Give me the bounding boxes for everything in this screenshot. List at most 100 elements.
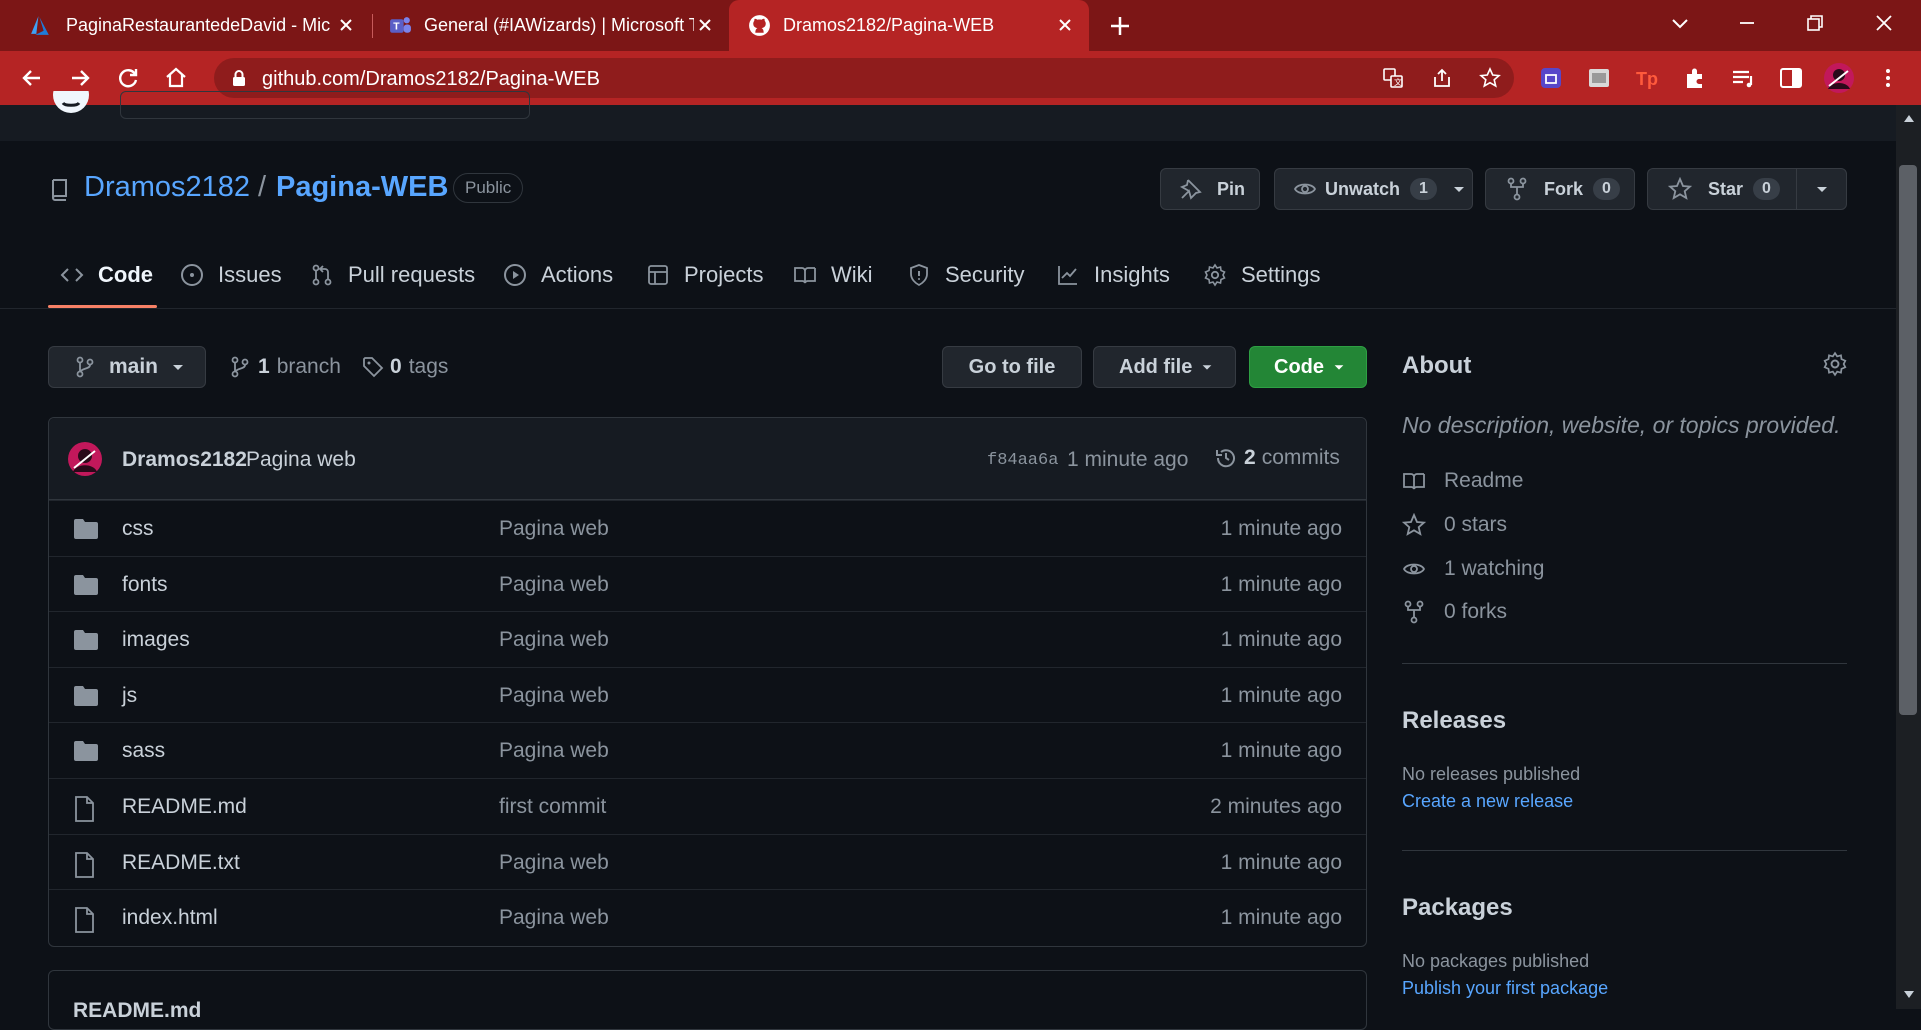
file-name-link[interactable]: js	[122, 684, 137, 708]
repo-name-link[interactable]: Pagina-WEB	[276, 171, 448, 204]
restore-icon[interactable]	[1803, 11, 1827, 35]
translate-icon[interactable]: 文	[1382, 67, 1404, 89]
avatar[interactable]	[67, 441, 103, 477]
tab-code[interactable]: Code	[60, 258, 153, 292]
tab-wiki[interactable]: Wiki	[793, 258, 873, 292]
about-stars-link[interactable]: 0 stars	[1402, 513, 1507, 537]
close-icon[interactable]	[1054, 14, 1076, 36]
file-commit-message[interactable]: Pagina web	[499, 517, 609, 541]
pin-button[interactable]: Pin	[1160, 168, 1260, 210]
file-commit-message[interactable]: Pagina web	[499, 739, 609, 763]
file-commit-message[interactable]: Pagina web	[499, 628, 609, 652]
file-name-link[interactable]: README.md	[122, 795, 247, 819]
file-name-link[interactable]: images	[122, 628, 190, 652]
gear-icon[interactable]	[1822, 351, 1848, 377]
extension-gray-icon[interactable]	[1585, 64, 1613, 92]
extensions-puzzle-icon[interactable]	[1681, 64, 1709, 92]
add-file-button[interactable]: Add file	[1093, 346, 1236, 388]
file-name-link[interactable]: sass	[122, 739, 165, 763]
browser-tab-teams[interactable]: T General (#IAWizards) | Microsoft Teams	[374, 0, 729, 51]
file-row[interactable]: css Pagina web 1 minute ago	[49, 500, 1366, 555]
file-commit-message[interactable]: Pagina web	[499, 684, 609, 708]
tab-settings[interactable]: Settings	[1203, 258, 1321, 292]
star-button[interactable]: Star 0	[1647, 168, 1847, 210]
reading-list-icon[interactable]	[1729, 64, 1757, 92]
tab-security[interactable]: Security	[907, 258, 1024, 292]
tab-insights[interactable]: Insights	[1056, 258, 1170, 292]
side-panel-icon[interactable]	[1777, 64, 1805, 92]
packages-title[interactable]: Packages	[1402, 894, 1513, 922]
lock-icon[interactable]	[230, 69, 248, 87]
extension-purple-icon[interactable]	[1537, 64, 1565, 92]
commit-message[interactable]: Pagina web	[246, 448, 356, 472]
scrollbar-thumb[interactable]	[1899, 165, 1917, 715]
back-icon[interactable]	[18, 64, 46, 92]
branch-select-button[interactable]: main	[48, 346, 206, 388]
releases-title[interactable]: Releases	[1402, 707, 1506, 735]
file-name-link[interactable]: index.html	[122, 906, 218, 930]
file-row[interactable]: README.txt Pagina web 1 minute ago	[49, 833, 1366, 889]
close-icon[interactable]	[694, 14, 716, 36]
close-window-icon[interactable]	[1872, 11, 1896, 35]
file-icon	[75, 851, 94, 878]
file-row[interactable]: images Pagina web 1 minute ago	[49, 611, 1366, 666]
file-commit-message[interactable]: Pagina web	[499, 906, 609, 930]
browser-tab-github[interactable]: Dramos2182/Pagina-WEB	[729, 0, 1089, 51]
search-input[interactable]	[120, 91, 530, 119]
about-readme-link[interactable]: Readme	[1402, 469, 1523, 493]
commit-history-link[interactable]: 2 commits	[1214, 446, 1340, 470]
close-icon[interactable]	[335, 14, 357, 36]
tab-actions[interactable]: Actions	[503, 258, 613, 292]
about-watching-link[interactable]: 1 watching	[1402, 557, 1544, 581]
home-icon[interactable]	[162, 64, 190, 92]
file-row[interactable]: js Pagina web 1 minute ago	[49, 666, 1366, 722]
forward-icon[interactable]	[66, 64, 94, 92]
tab-issues[interactable]: Issues	[180, 258, 282, 292]
tag-count-link[interactable]: 0 tags	[362, 355, 448, 379]
minimize-icon[interactable]	[1735, 11, 1759, 35]
scroll-up-icon[interactable]	[1903, 113, 1915, 123]
file-row[interactable]: fonts Pagina web 1 minute ago	[49, 555, 1366, 611]
profile-avatar[interactable]	[1823, 62, 1855, 94]
commit-sha[interactable]: f84aa6a	[987, 451, 1058, 470]
tab-pull-requests[interactable]: Pull requests	[310, 258, 475, 292]
code-dropdown-button[interactable]: Code	[1249, 346, 1367, 388]
file-row[interactable]: README.md first commit 2 minutes ago	[49, 778, 1366, 833]
file-age: 1 minute ago	[1220, 517, 1342, 540]
repo-owner-link[interactable]: Dramos2182	[84, 171, 250, 204]
file-commit-message[interactable]: first commit	[499, 795, 606, 819]
bookmark-star-icon[interactable]	[1479, 67, 1501, 89]
readme-title: README.md	[73, 999, 202, 1022]
branch-icon	[76, 356, 94, 378]
reload-icon[interactable]	[114, 64, 142, 92]
file-commit-message[interactable]: Pagina web	[499, 573, 609, 597]
file-name-link[interactable]: css	[122, 517, 154, 541]
chevron-down-icon[interactable]	[1668, 11, 1692, 35]
browser-menu-icon[interactable]	[1874, 64, 1902, 92]
file-row[interactable]: sass Pagina web 1 minute ago	[49, 722, 1366, 777]
github-logo-icon[interactable]	[48, 91, 94, 121]
branch-count-link[interactable]: 1 branch	[230, 355, 341, 379]
file-name-link[interactable]: README.txt	[122, 851, 240, 875]
share-icon[interactable]	[1431, 67, 1453, 89]
create-release-link[interactable]: Create a new release	[1402, 791, 1573, 812]
star-icon	[1402, 513, 1426, 536]
new-tab-icon[interactable]	[1107, 13, 1133, 39]
commit-author[interactable]: Dramos2182	[122, 448, 247, 472]
tab-projects[interactable]: Projects	[646, 258, 763, 292]
extension-tp-icon[interactable]: Tp	[1633, 64, 1661, 92]
file-row[interactable]: index.html Pagina web 1 minute ago	[49, 889, 1366, 944]
forks-label: 0 forks	[1444, 600, 1508, 623]
file-name-link[interactable]: fonts	[122, 573, 168, 597]
file-commit-message[interactable]: Pagina web	[499, 851, 609, 875]
caret-down-icon[interactable]	[1814, 181, 1830, 197]
go-to-file-button[interactable]: Go to file	[942, 346, 1082, 388]
browser-tab-azure[interactable]: PaginaRestaurantedeDavid - Microsoft Azu…	[0, 0, 370, 51]
publish-package-link[interactable]: Publish your first package	[1402, 978, 1608, 999]
unwatch-button[interactable]: Unwatch 1	[1274, 168, 1473, 210]
fork-button[interactable]: Fork 0	[1485, 168, 1635, 210]
scroll-down-icon[interactable]	[1903, 990, 1915, 1000]
tab-projects-label: Projects	[684, 262, 764, 287]
about-forks-link[interactable]: 0 forks	[1402, 600, 1507, 624]
folder-icon-wrap	[73, 518, 99, 540]
